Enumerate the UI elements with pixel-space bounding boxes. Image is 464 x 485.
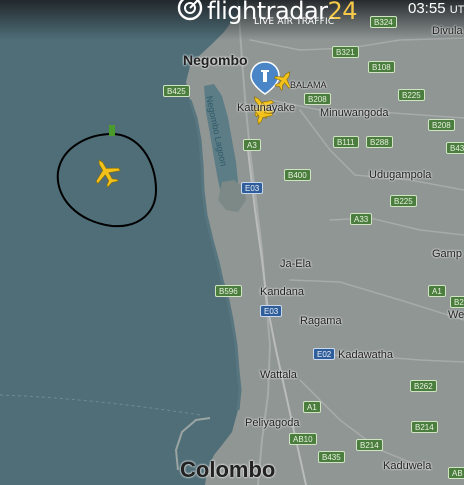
clock-timezone: UT — [449, 4, 464, 16]
road-label-ab10: AB10 — [289, 433, 317, 445]
place-udugampola: Udugampola — [369, 169, 432, 181]
road-label-b288: B288 — [366, 136, 393, 148]
road-label-a33: A33 — [350, 213, 373, 225]
road-label-b596: B596 — [215, 285, 242, 297]
place-ragama: Ragama — [300, 315, 342, 327]
road-label-a3: A3 — [243, 139, 261, 151]
place-kaduwela: Kaduwela — [383, 460, 432, 472]
clock-time: 03:55 — [408, 0, 446, 17]
place-gampaha: Gamp — [432, 248, 462, 260]
place-peliyagoda: Peliyagoda — [245, 417, 300, 429]
road-label-b321: B321 — [332, 46, 359, 58]
road-label-b208-east: B208 — [428, 119, 455, 131]
place-wattala: Wattala — [260, 369, 297, 381]
place-weliweriya: We — [448, 309, 464, 321]
place-katunayake: Katunayake — [237, 102, 296, 114]
road-label-a1-east: A1 — [428, 285, 446, 297]
road-label-b214: B214 — [356, 439, 383, 451]
logo-tagline: LIVE AIR TRAFFIC — [254, 17, 335, 27]
road-label-b225-south: B225 — [390, 195, 417, 207]
place-colombo: Colombo — [180, 457, 276, 482]
place-negombo: Negombo — [183, 52, 248, 68]
road-label-b225: B225 — [398, 89, 425, 101]
control-tower-body — [263, 72, 267, 82]
road-label-e03-south: E03 — [260, 305, 283, 317]
road-label-b214-east: B214 — [411, 421, 438, 433]
place-kandana: Kandana — [260, 286, 305, 298]
road-label-e03-north: E03 — [241, 182, 264, 194]
place-kadawatha: Kadawatha — [338, 349, 394, 361]
road-label-b262: B262 — [410, 380, 437, 392]
road-label-b108: B108 — [368, 61, 395, 73]
place-divulapitiya: Divula — [432, 25, 463, 37]
road-label-b324: B324 — [370, 16, 397, 28]
place-ja-ela: Ja-Ela — [280, 258, 312, 270]
place-minuwangoda: Minuwangoda — [320, 107, 389, 119]
road-label-a1-south: A1 — [303, 401, 321, 413]
control-tower-top — [261, 70, 269, 72]
road-label-b111: B111 — [333, 136, 359, 148]
map-canvas[interactable] — [0, 0, 464, 485]
road-label-ab: AB — [448, 467, 464, 479]
road-label-b43: B43 — [446, 142, 464, 154]
road-label-b208-north: B208 — [304, 93, 331, 105]
road-label-b435: B435 — [318, 451, 345, 463]
road-label-e02: E02 — [313, 348, 336, 360]
annotation-marker — [109, 125, 115, 136]
road-label-b2: B2 — [450, 296, 464, 308]
road-label-b400: B400 — [284, 169, 311, 181]
road-label-b425: B425 — [163, 85, 190, 97]
place-kimbulapitiya: BALAMA — [290, 80, 327, 90]
utc-clock: 03:55 UT — [408, 0, 464, 17]
radar-icon — [177, 0, 203, 21]
